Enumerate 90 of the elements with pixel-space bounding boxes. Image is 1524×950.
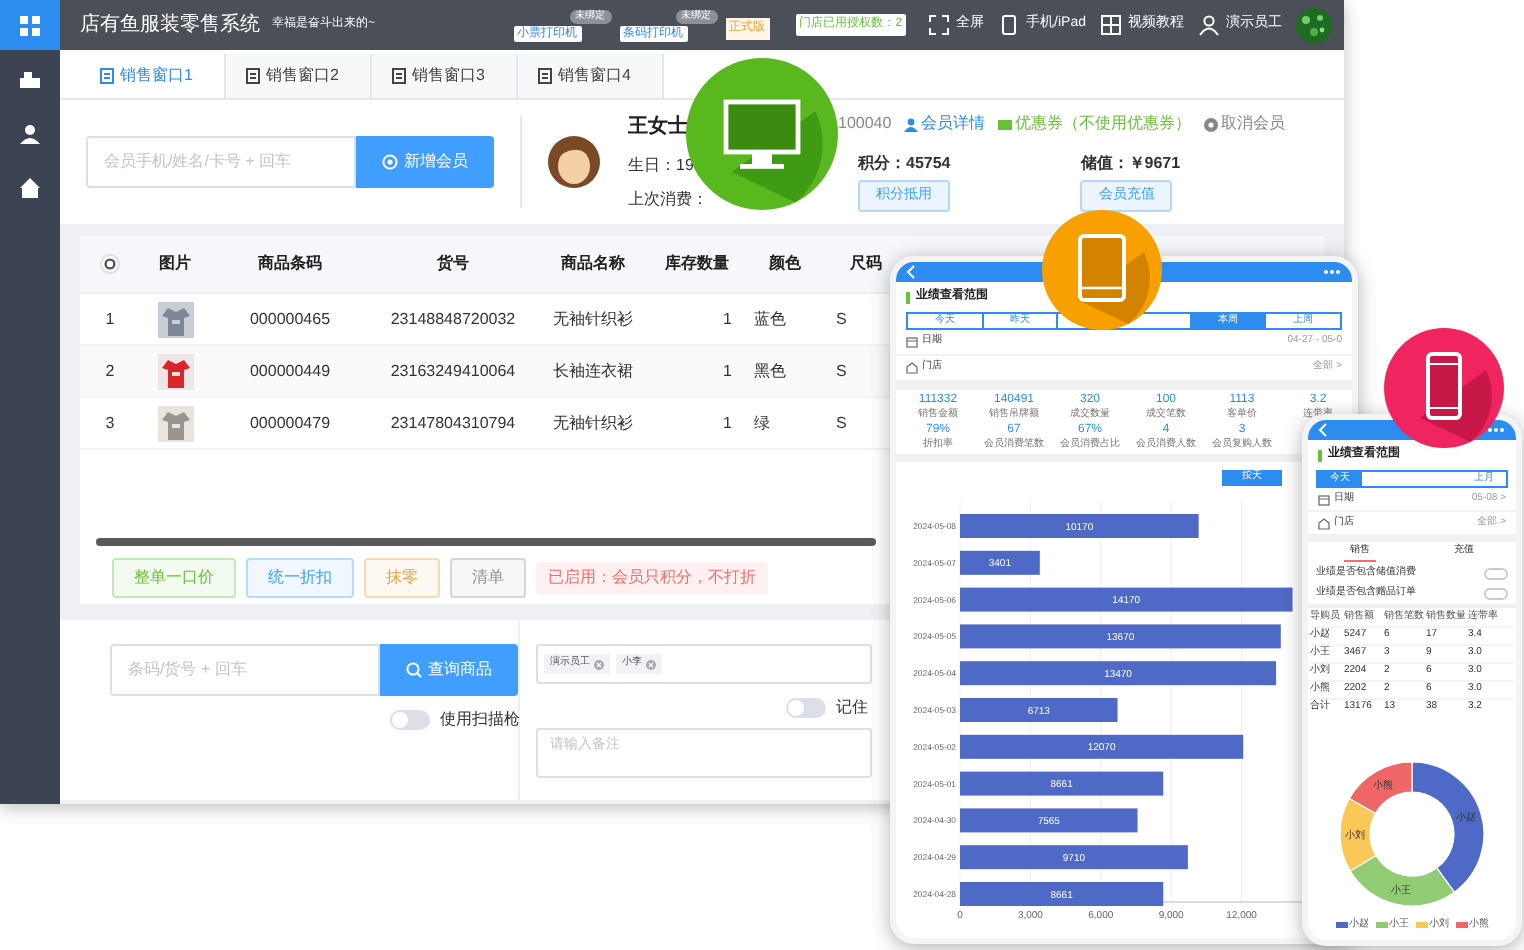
table-cell-text: 绿 xyxy=(752,411,772,435)
table-cell-text: S xyxy=(834,411,849,435)
member-name: 王女士 xyxy=(628,113,690,142)
table-cell-text: 1 xyxy=(721,307,734,331)
table-cell-text: 1 xyxy=(721,359,734,383)
user-icon xyxy=(1198,14,1220,36)
table-cell-text: S xyxy=(834,359,849,383)
toggle-switch[interactable] xyxy=(1484,588,1508,600)
column-header: 商品名称 xyxy=(559,252,627,276)
table-cell-text: 黑色 xyxy=(752,359,788,383)
document-icon xyxy=(392,68,406,84)
last-purchase: 上次消费： xyxy=(628,188,710,212)
table-cell-text: 23163249410064 xyxy=(388,359,518,383)
user-icon xyxy=(18,121,42,145)
row-number: 2 xyxy=(103,359,117,383)
close-icon[interactable] xyxy=(594,659,604,669)
box-icon xyxy=(18,67,42,91)
tablet-icon xyxy=(998,14,1021,36)
more-icon[interactable] xyxy=(1486,426,1506,434)
calendar-icon xyxy=(906,336,918,348)
column-header: 库存数量 xyxy=(663,252,731,276)
product-search-field[interactable]: 条码/货号 + 回车 xyxy=(110,644,380,696)
column-header: 图片 xyxy=(157,252,193,276)
tab[interactable]: 销售窗口4 xyxy=(518,54,664,98)
back-icon[interactable] xyxy=(906,264,916,280)
gear-icon xyxy=(1203,117,1218,131)
row-number: 1 xyxy=(103,307,117,331)
fullscreen-icon xyxy=(928,14,951,36)
back-icon[interactable] xyxy=(1318,422,1328,438)
scrollbar[interactable] xyxy=(96,538,876,546)
column-header: 尺码 xyxy=(848,252,884,276)
settings-icon[interactable] xyxy=(100,254,120,274)
more-icon[interactable] xyxy=(1322,268,1342,276)
close-icon[interactable] xyxy=(646,659,656,669)
app-title: 店有鱼服装零售系统 xyxy=(80,11,260,40)
column-header: 商品条码 xyxy=(256,252,324,276)
store-icon xyxy=(1318,517,1330,529)
cancel-member-link[interactable]: 取消会员 xyxy=(1203,112,1286,136)
bar xyxy=(960,550,1040,575)
toggle-switch[interactable] xyxy=(1484,568,1508,580)
table-cell-text: 无袖针织衫 xyxy=(551,307,635,331)
table-cell-text: 蓝色 xyxy=(752,307,788,331)
table-cell-text: 长袖连衣裙 xyxy=(551,359,635,383)
calendar-icon xyxy=(1318,493,1330,505)
add-member-button[interactable]: 新增会员 xyxy=(356,136,494,188)
table-cell-text: 无袖针织衫 xyxy=(551,411,635,435)
table-cell-text: 1 xyxy=(721,411,734,435)
legend-swatch xyxy=(1455,921,1467,928)
tab[interactable]: 销售窗口2 xyxy=(226,54,372,98)
order-button[interactable]: 整单一口价 xyxy=(112,557,236,597)
member-details-link[interactable]: 会员详情 xyxy=(903,112,986,136)
toggle-label: 记住 xyxy=(836,696,868,720)
notice-tag: 已启用：会员只积分，不打折 xyxy=(536,561,768,593)
column-header: 货号 xyxy=(435,252,471,276)
order-button[interactable]: 统一折扣 xyxy=(246,557,354,597)
home-icon xyxy=(18,175,42,199)
toggle-switch[interactable] xyxy=(786,698,826,718)
row-number: 3 xyxy=(103,411,117,435)
column-header: 颜色 xyxy=(767,252,803,276)
order-button[interactable]: 抹零 xyxy=(364,557,440,597)
user-icon xyxy=(903,117,918,131)
toggle-label: 使用扫描枪 xyxy=(440,708,520,732)
table-cell-text: 23148848720032 xyxy=(388,307,518,331)
card-number: 100040 xyxy=(838,112,892,136)
search-product-button[interactable]: 查询商品 xyxy=(380,644,518,696)
search-icon xyxy=(406,662,422,678)
table-cell-text: S xyxy=(834,307,849,331)
document-icon xyxy=(100,68,114,84)
legend-swatch xyxy=(1375,921,1387,928)
document-icon xyxy=(246,68,260,84)
table-cell-text: 23147804310794 xyxy=(388,411,518,435)
circle-icon xyxy=(382,154,398,170)
tab[interactable]: 销售窗口3 xyxy=(372,54,518,98)
table-cell-text: 000000449 xyxy=(247,359,333,383)
table-cell-text: 000000465 xyxy=(247,307,333,331)
legend-swatch xyxy=(1415,921,1427,928)
toggle-switch[interactable] xyxy=(390,710,430,730)
grid-icon xyxy=(1100,14,1122,36)
document-icon xyxy=(538,68,552,84)
store-icon xyxy=(906,362,918,374)
points: 积分：45754 xyxy=(858,151,951,175)
legend-swatch xyxy=(1335,921,1347,928)
grid-icon xyxy=(18,13,42,37)
avatar[interactable] xyxy=(1296,7,1332,43)
coupon-link[interactable]: 优惠券（不使用优惠券） xyxy=(997,112,1192,136)
table-cell-text: 000000479 xyxy=(247,411,333,435)
balance: 储值：￥9671 xyxy=(1080,151,1181,175)
avatar xyxy=(546,134,602,190)
order-button[interactable]: 清单 xyxy=(450,557,526,597)
member-search-field[interactable]: 会员手机/姓名/卡号 + 回车 xyxy=(86,136,356,188)
